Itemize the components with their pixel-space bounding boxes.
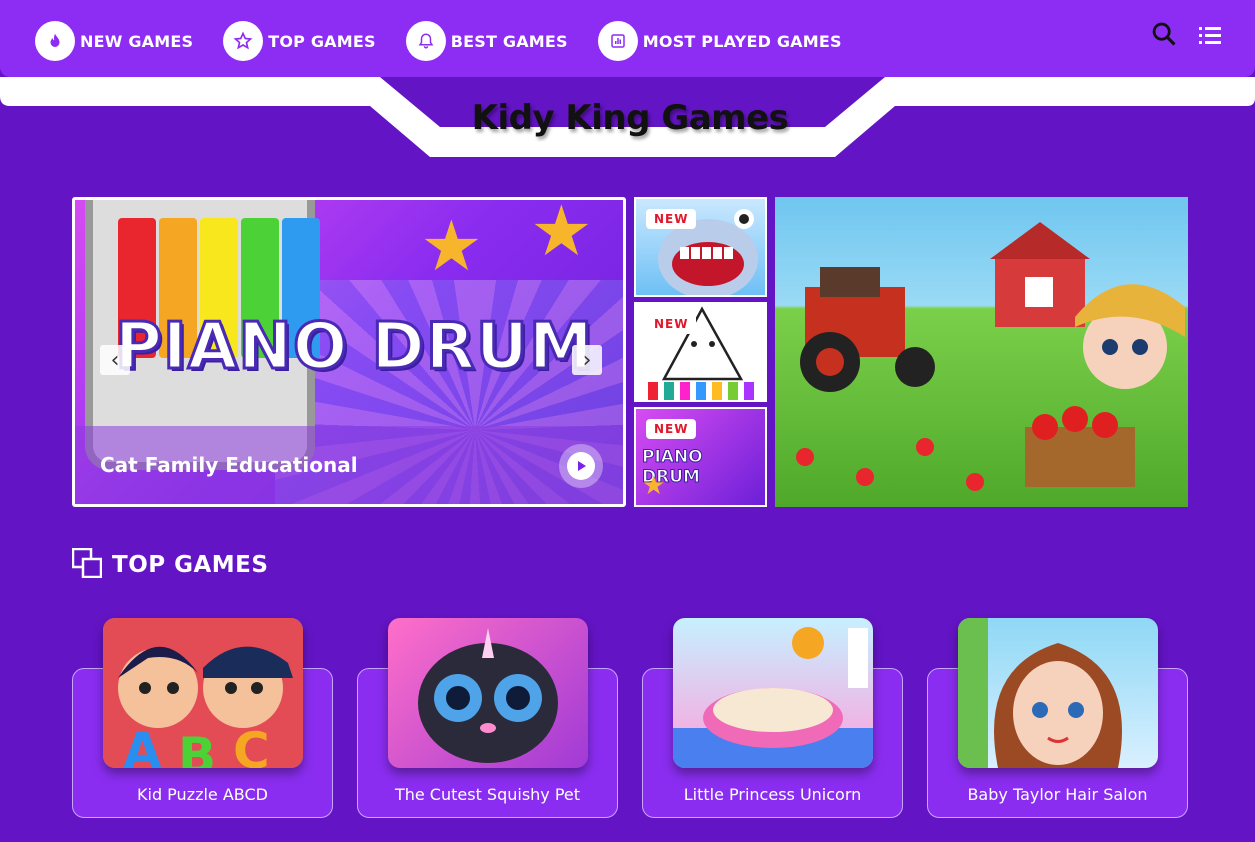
hero-thumbnails: NEW NEW NEW PIANO DRUM ★ [634, 197, 767, 512]
nav-label: TOP GAMES [268, 31, 376, 51]
slide-caption: Cat Family Educational [75, 426, 623, 504]
game-name[interactable]: Baby Taylor Hair Salon [927, 785, 1188, 804]
game-name[interactable]: Kid Puzzle ABCD [72, 785, 333, 804]
fire-icon [35, 21, 75, 61]
nav-most-played-games[interactable]: MOST PLAYED GAMES [597, 21, 842, 61]
game-thumbnail[interactable]: A B C [103, 618, 303, 768]
farm-scene-image [796, 222, 1185, 491]
nav-label: BEST GAMES [450, 31, 568, 51]
main-nav: NEW GAMES TOP GAMES BEST GAMES MOST PLAY… [35, 21, 872, 61]
game-card-princess-unicorn[interactable]: Little Princess Unicorn [642, 618, 903, 818]
svg-text:C: C [233, 722, 270, 768]
play-button[interactable] [559, 444, 603, 488]
game-card-kid-puzzle[interactable]: A B C Kid Puzzle ABCD [72, 618, 333, 818]
thumbnail-dentist[interactable]: NEW [634, 197, 767, 297]
thumbnail-coloring[interactable]: NEW [634, 302, 767, 402]
nav-new-games[interactable]: NEW GAMES [35, 21, 193, 61]
star-decoration-icon: ★ [420, 205, 483, 287]
slide-caption-title[interactable]: Cat Family Educational [100, 453, 358, 477]
thumbnail-piano-drum[interactable]: NEW PIANO DRUM ★ [634, 407, 767, 507]
svg-text:B: B [178, 727, 216, 768]
nav-label: NEW GAMES [80, 31, 194, 51]
slider-next-button[interactable]: › [572, 345, 602, 375]
menu-list-icon[interactable] [1197, 24, 1223, 52]
nav-top-games[interactable]: TOP GAMES [223, 21, 376, 61]
game-name[interactable]: Little Princess Unicorn [642, 785, 903, 804]
search-icon[interactable] [1150, 20, 1178, 52]
bell-icon [405, 21, 446, 61]
featured-farm-game[interactable] [775, 197, 1188, 507]
nav-label: MOST PLAYED GAMES [642, 31, 842, 51]
new-badge: NEW [646, 209, 697, 229]
game-thumbnail[interactable] [673, 618, 873, 768]
chart-icon [597, 21, 638, 61]
play-icon [567, 452, 595, 480]
top-games-heading: TOP GAMES [71, 547, 269, 582]
svg-text:A: A [123, 722, 162, 768]
nav-best-games[interactable]: BEST GAMES [405, 21, 568, 61]
slider-prev-button[interactable]: ‹ [100, 345, 130, 375]
star-decoration-icon: ★ [530, 197, 593, 272]
game-card-hair-salon[interactable]: Baby Taylor Hair Salon [927, 618, 1188, 818]
site-logo[interactable]: Kidy King Games [440, 98, 820, 138]
game-thumbnail[interactable] [388, 618, 588, 768]
hero-slider[interactable]: ★ ★ PIANO DRUM ‹ › Cat Family Educationa… [72, 197, 626, 507]
game-name[interactable]: The Cutest Squishy Pet [357, 785, 618, 804]
star-decoration-icon: ★ [642, 471, 666, 501]
star-icon [223, 21, 264, 61]
new-badge: NEW [646, 419, 697, 439]
game-card-squishy-pet[interactable]: The Cutest Squishy Pet [357, 618, 618, 818]
game-thumbnail[interactable] [958, 618, 1158, 768]
squares-icon [71, 547, 103, 582]
new-badge: NEW [646, 314, 697, 334]
section-title: TOP GAMES [112, 552, 269, 578]
slide-title: PIANO DRUM [114, 309, 595, 386]
